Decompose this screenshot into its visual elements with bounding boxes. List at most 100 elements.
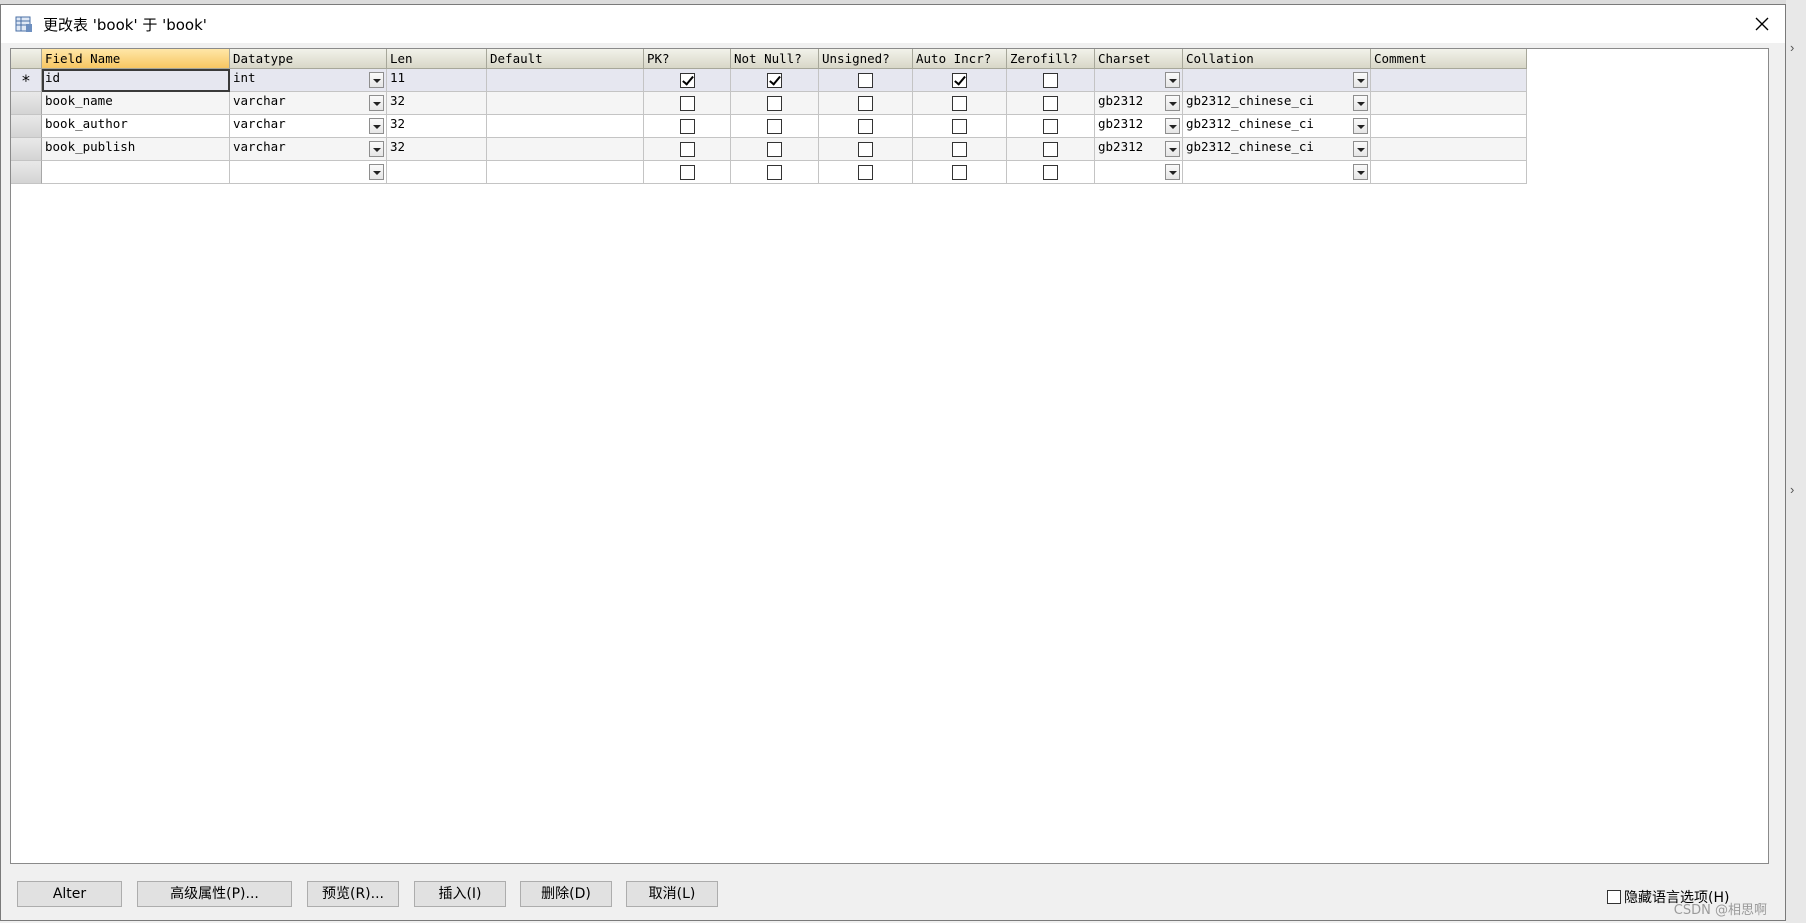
not-null-checkbox[interactable] bbox=[767, 118, 782, 134]
cell-unsigned[interactable] bbox=[819, 161, 913, 184]
column-header-zerofill[interactable]: Zerofill? bbox=[1007, 49, 1095, 69]
cell-auto-incr[interactable] bbox=[913, 138, 1007, 161]
cell-zerofill[interactable] bbox=[1007, 115, 1095, 138]
dropdown-arrow-icon[interactable] bbox=[369, 141, 384, 157]
not-null-checkbox[interactable] bbox=[767, 141, 782, 157]
cell-comment[interactable] bbox=[1371, 92, 1527, 115]
zerofill-checkbox[interactable] bbox=[1043, 95, 1058, 111]
cell-len[interactable]: 32 bbox=[387, 115, 487, 138]
pk-checkbox[interactable] bbox=[679, 141, 695, 157]
cell-datatype[interactable] bbox=[230, 161, 387, 184]
cell-unsigned[interactable] bbox=[819, 69, 913, 92]
cell-default[interactable] bbox=[487, 92, 644, 115]
row-header[interactable] bbox=[11, 92, 42, 115]
cell-datatype[interactable]: int bbox=[230, 69, 387, 92]
cell-not-null[interactable] bbox=[731, 69, 819, 92]
unsigned-checkbox[interactable] bbox=[858, 141, 873, 157]
cell-datatype[interactable]: varchar bbox=[230, 92, 387, 115]
auto-incr-checkbox[interactable] bbox=[952, 118, 967, 134]
cell-not-null[interactable] bbox=[731, 92, 819, 115]
cell-field-name[interactable]: book_name bbox=[42, 92, 230, 115]
not-null-checkbox[interactable] bbox=[767, 72, 782, 88]
cell-zerofill[interactable] bbox=[1007, 161, 1095, 184]
cell-comment[interactable] bbox=[1371, 69, 1527, 92]
column-header-unsigned[interactable]: Unsigned? bbox=[819, 49, 913, 69]
cell-len[interactable]: 32 bbox=[387, 138, 487, 161]
unsigned-checkbox[interactable] bbox=[858, 118, 873, 134]
corner-header[interactable] bbox=[11, 49, 42, 69]
dropdown-arrow-icon[interactable] bbox=[369, 95, 384, 111]
cell-zerofill[interactable] bbox=[1007, 69, 1095, 92]
row-header[interactable]: * bbox=[11, 69, 42, 92]
table-row[interactable]: book_name varchar 32 gb2312 gb2312_chinese_c… bbox=[11, 92, 1527, 115]
cell-pk[interactable] bbox=[644, 92, 731, 115]
table-row[interactable]: book_publish varchar 32 gb2312 gb2312_chines… bbox=[11, 138, 1527, 161]
dropdown-arrow-icon[interactable] bbox=[369, 164, 384, 180]
cell-auto-incr[interactable] bbox=[913, 161, 1007, 184]
dropdown-arrow-icon[interactable] bbox=[1165, 118, 1180, 134]
auto-incr-checkbox[interactable] bbox=[952, 95, 967, 111]
pk-checkbox[interactable] bbox=[679, 72, 695, 88]
column-header-collation[interactable]: Collation bbox=[1183, 49, 1371, 69]
column-header-auto-incr[interactable]: Auto Incr? bbox=[913, 49, 1007, 69]
cell-len[interactable]: 11 bbox=[387, 69, 487, 92]
cell-auto-incr[interactable] bbox=[913, 92, 1007, 115]
cell-len[interactable] bbox=[387, 161, 487, 184]
pk-checkbox[interactable] bbox=[679, 164, 695, 180]
zerofill-checkbox[interactable] bbox=[1043, 141, 1058, 157]
auto-incr-checkbox[interactable] bbox=[952, 141, 967, 157]
dropdown-arrow-icon[interactable] bbox=[1353, 95, 1368, 111]
dropdown-arrow-icon[interactable] bbox=[1165, 141, 1180, 157]
cell-unsigned[interactable] bbox=[819, 115, 913, 138]
dropdown-arrow-icon[interactable] bbox=[1353, 164, 1368, 180]
cell-zerofill[interactable] bbox=[1007, 138, 1095, 161]
not-null-checkbox[interactable] bbox=[767, 95, 782, 111]
cell-auto-incr[interactable] bbox=[913, 115, 1007, 138]
cell-pk[interactable] bbox=[644, 161, 731, 184]
cell-collation[interactable] bbox=[1183, 161, 1371, 184]
cell-collation[interactable] bbox=[1183, 69, 1371, 92]
pk-checkbox[interactable] bbox=[679, 95, 695, 111]
column-header-default[interactable]: Default bbox=[487, 49, 644, 69]
cell-comment[interactable] bbox=[1371, 115, 1527, 138]
unsigned-checkbox[interactable] bbox=[858, 95, 873, 111]
auto-incr-checkbox[interactable] bbox=[952, 164, 967, 180]
cell-charset[interactable]: gb2312 bbox=[1095, 92, 1183, 115]
cell-unsigned[interactable] bbox=[819, 138, 913, 161]
cell-field-name[interactable]: id bbox=[42, 69, 230, 92]
column-header-len[interactable]: Len bbox=[387, 49, 487, 69]
unsigned-checkbox[interactable] bbox=[858, 72, 873, 88]
row-header[interactable] bbox=[11, 115, 42, 138]
column-header-charset[interactable]: Charset bbox=[1095, 49, 1183, 69]
hide-language-checkbox[interactable] bbox=[1607, 890, 1621, 904]
cell-field-name[interactable]: book_author bbox=[42, 115, 230, 138]
dropdown-arrow-icon[interactable] bbox=[1165, 72, 1180, 88]
cell-comment[interactable] bbox=[1371, 161, 1527, 184]
cell-field-name[interactable] bbox=[42, 161, 230, 184]
cell-default[interactable] bbox=[487, 115, 644, 138]
cell-collation[interactable]: gb2312_chinese_ci bbox=[1183, 115, 1371, 138]
dropdown-arrow-icon[interactable] bbox=[1165, 164, 1180, 180]
cell-default[interactable] bbox=[487, 138, 644, 161]
cell-unsigned[interactable] bbox=[819, 92, 913, 115]
cell-len[interactable]: 32 bbox=[387, 92, 487, 115]
pk-checkbox[interactable] bbox=[679, 118, 695, 134]
cell-charset[interactable] bbox=[1095, 161, 1183, 184]
dropdown-arrow-icon[interactable] bbox=[1353, 118, 1368, 134]
cell-datatype[interactable]: varchar bbox=[230, 115, 387, 138]
row-header[interactable] bbox=[11, 161, 42, 184]
unsigned-checkbox[interactable] bbox=[858, 164, 873, 180]
close-button[interactable] bbox=[1739, 5, 1785, 43]
cell-auto-incr[interactable] bbox=[913, 69, 1007, 92]
auto-incr-checkbox[interactable] bbox=[952, 72, 967, 88]
cell-not-null[interactable] bbox=[731, 138, 819, 161]
cell-default[interactable] bbox=[487, 161, 644, 184]
cell-not-null[interactable] bbox=[731, 161, 819, 184]
dropdown-arrow-icon[interactable] bbox=[1165, 95, 1180, 111]
cell-charset[interactable] bbox=[1095, 69, 1183, 92]
column-header-pk[interactable]: PK? bbox=[644, 49, 731, 69]
table-row[interactable]: book_author varchar 32 gb2312 gb2312_chinese… bbox=[11, 115, 1527, 138]
alter-button[interactable]: Alter bbox=[17, 881, 122, 907]
column-header-comment[interactable]: Comment bbox=[1371, 49, 1527, 69]
zerofill-checkbox[interactable] bbox=[1043, 164, 1058, 180]
